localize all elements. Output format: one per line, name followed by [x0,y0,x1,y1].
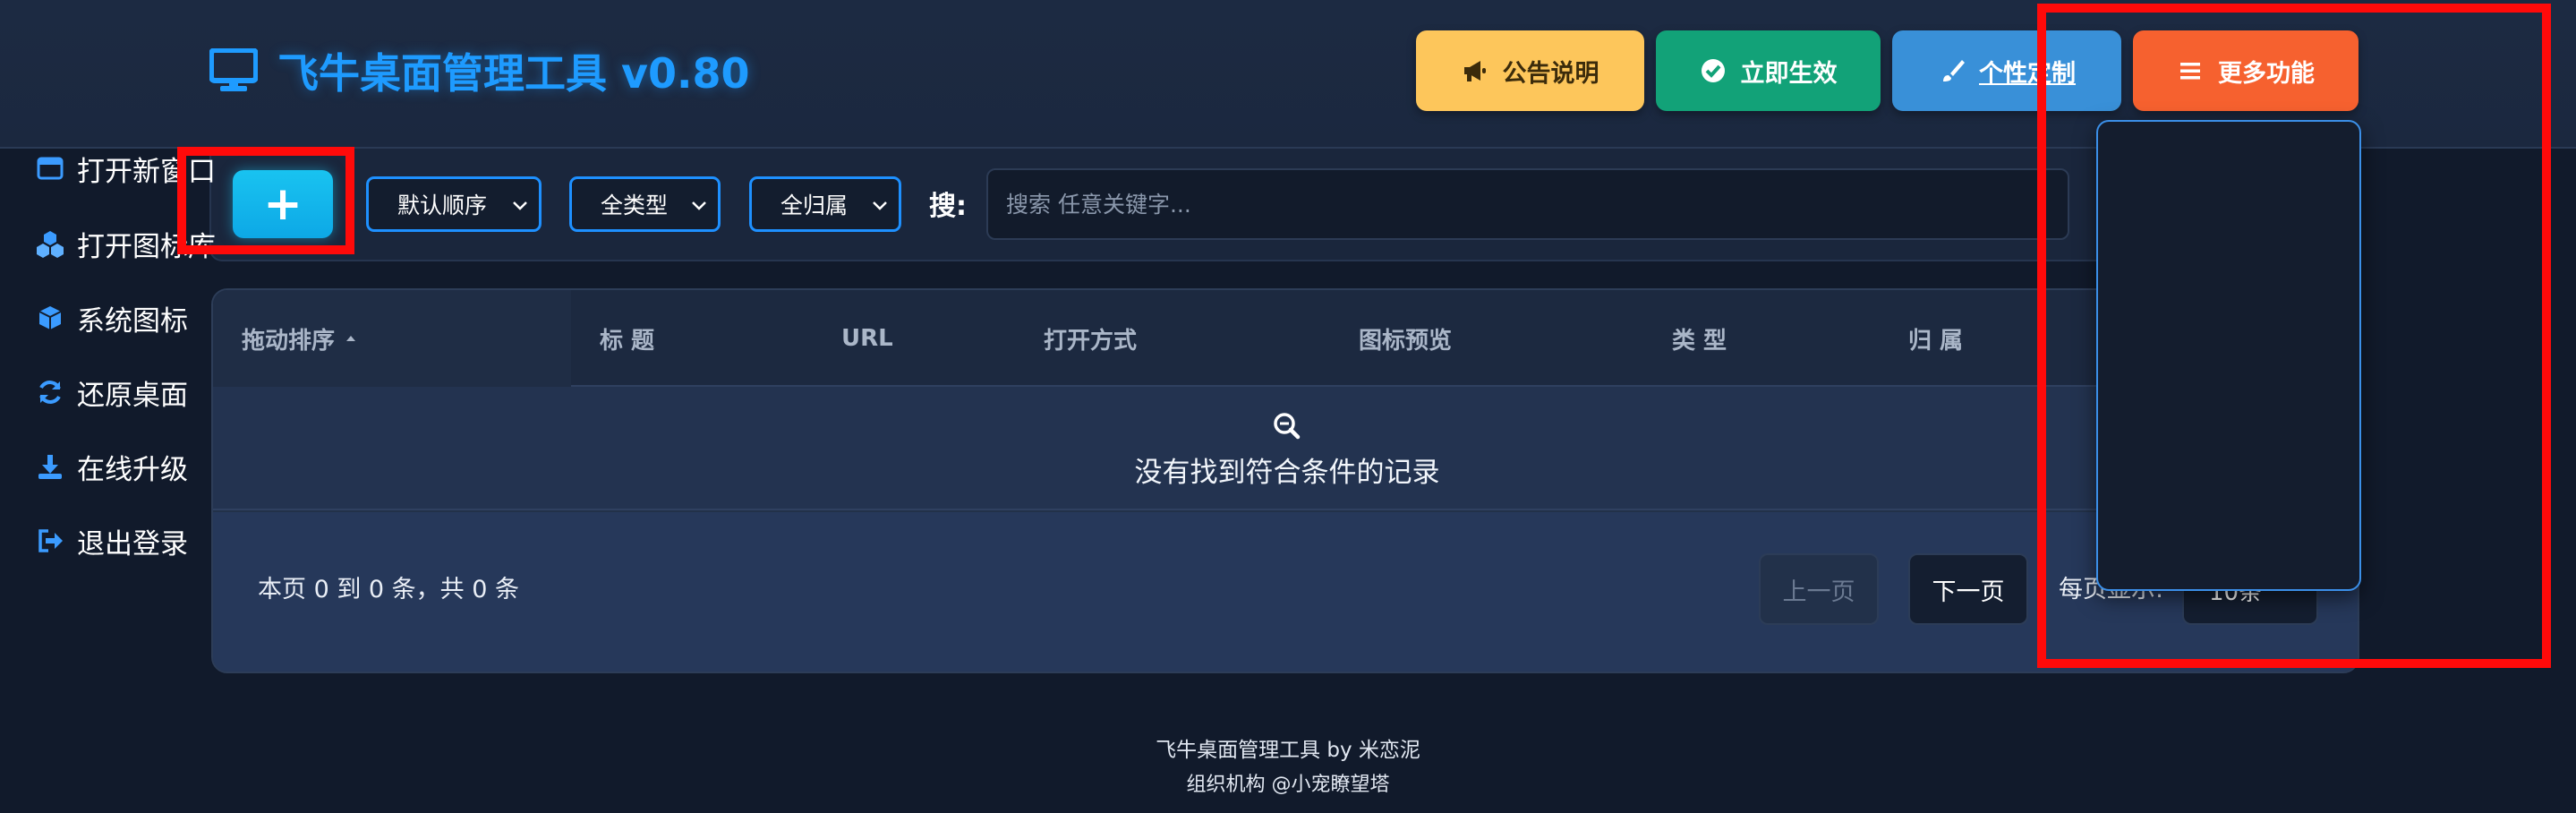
column-label: 类 型 [1672,327,1727,355]
chevron-down-icon [873,201,887,210]
prev-page-button[interactable]: 上一页 [1759,553,1879,625]
owner-select-value: 全归属 [780,193,849,218]
column-header-open-mode[interactable]: 打开方式 [1015,290,1330,387]
empty-row [213,387,2358,510]
menu-item-label: 打开新窗口 [77,155,216,188]
download-icon [38,455,62,479]
more-features-label: 更多功能 [2218,59,2315,88]
type-select[interactable]: 全类型 [569,176,721,232]
more-features-menu [2096,120,2361,591]
menu-lines-icon [2180,63,2200,80]
menu-item-logout[interactable]: 退出登录 [36,514,188,568]
column-header-title[interactable]: 标 题 [571,290,813,387]
column-header-sort[interactable]: 拖动排序 [213,290,571,387]
chevron-down-icon [513,201,527,210]
menu-item-icon-library[interactable]: 打开图标库 [36,217,216,270]
next-page-button[interactable]: 下一页 [1908,553,2028,625]
app-title: 飞牛桌面管理工具 v0.80 [209,39,750,102]
column-label: URL [841,325,893,352]
zoom-out-icon [1274,413,1301,440]
order-select[interactable]: 默认顺序 [366,176,542,232]
menu-item-open-new-window[interactable]: 打开新窗口 [36,141,216,195]
refresh-icon [39,381,61,404]
add-button[interactable]: + [233,170,333,238]
chevron-down-icon [692,201,706,210]
announcement-label: 公告说明 [1502,59,1599,88]
menu-item-label: 打开图标库 [77,230,216,263]
column-label: 打开方式 [1044,327,1138,355]
column-label: 拖动排序 [242,327,336,355]
empty-message: 没有找到符合条件的记录 [1134,457,1440,489]
menu-item-online-upgrade[interactable]: 在线升级 [36,440,188,493]
sort-caret-up-icon [346,336,356,341]
apply-now-label: 立即生效 [1740,59,1838,88]
menu-item-restore-desktop[interactable]: 还原桌面 [36,365,188,419]
data-table: 拖动排序 标 题 URL 打开方式 图标预览 类 型 归 属 没有找到符合条件的… [211,288,2359,673]
page-info: 本页 0 到 0 条，共 0 条 [258,576,520,603]
search-input[interactable] [986,168,2069,240]
type-select-value: 全类型 [601,193,669,218]
menu-item-system-icons[interactable]: 系统图标 [36,291,188,345]
menu-item-label: 退出登录 [77,527,188,561]
column-header-type[interactable]: 类 型 [1643,290,1880,387]
owner-select[interactable]: 全归属 [749,176,901,232]
column-header-icon-preview[interactable]: 图标预览 [1330,290,1643,387]
brush-icon [1943,60,1965,81]
column-header-url[interactable]: URL [813,290,1015,387]
window-icon [37,157,64,180]
app-title-text: 飞牛桌面管理工具 v0.80 [277,49,750,98]
footer-organization: 组织机构 @小宠瞭望塔 [1186,774,1390,796]
menu-item-label: 还原桌面 [77,379,188,412]
order-select-value: 默认顺序 [397,193,488,218]
customize-button[interactable]: 个性定制 [1892,30,2121,111]
search-label: 搜: [929,191,967,222]
menu-item-label: 系统图标 [77,304,188,338]
cube-icon [38,306,62,329]
apply-now-button[interactable]: 立即生效 [1656,30,1881,111]
pagination-bar [213,512,2358,672]
megaphone-icon [1463,61,1486,81]
check-circle-icon [1701,59,1725,82]
column-label: 归 属 [1908,327,1964,355]
sign-out-icon [38,529,63,552]
menu-item-label: 在线升级 [77,453,188,486]
table-header: 拖动排序 标 题 URL 打开方式 图标预览 类 型 归 属 [213,290,2358,387]
footer-credit: 飞牛桌面管理工具 by 米恋泥 [1156,739,1420,762]
monitor-icon [209,48,258,91]
plus-icon: + [263,177,303,231]
column-label: 图标预览 [1359,327,1453,355]
cubes-icon [37,231,64,258]
more-features-button[interactable]: 更多功能 [2133,30,2358,111]
column-label: 标 题 [600,327,655,355]
customize-label: 个性定制 [1979,59,2076,88]
announcement-button[interactable]: 公告说明 [1416,30,1644,111]
